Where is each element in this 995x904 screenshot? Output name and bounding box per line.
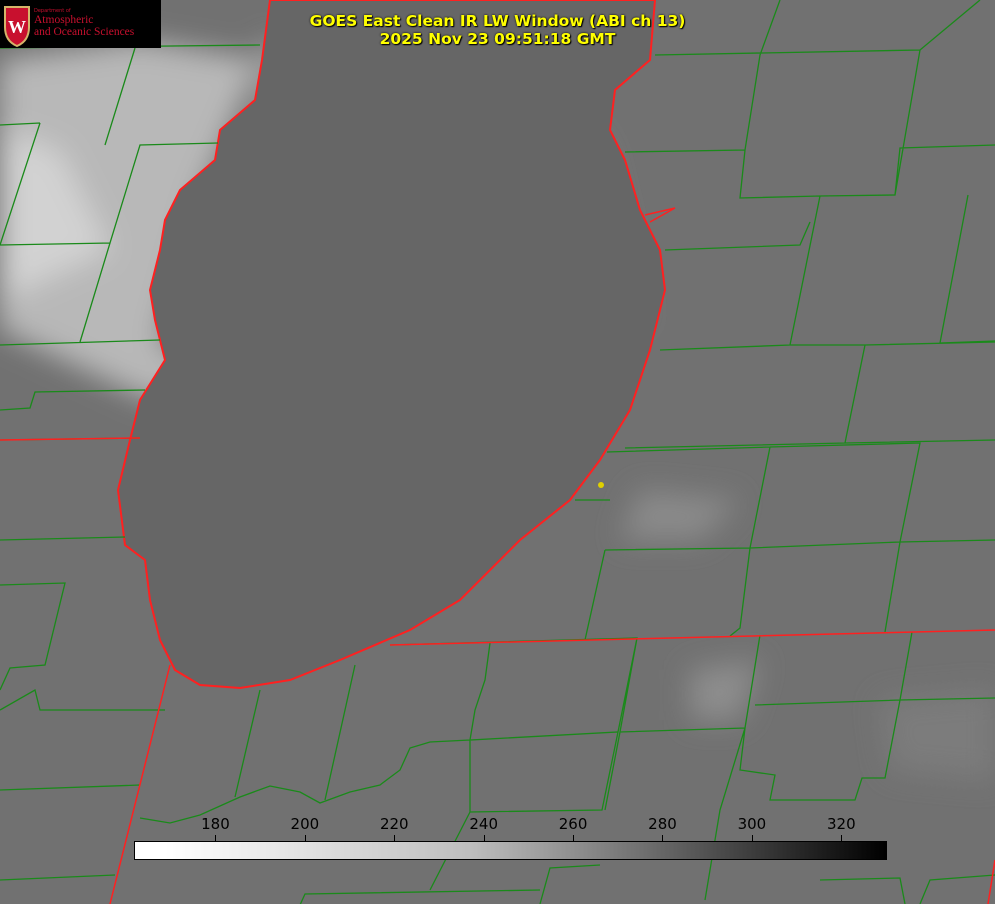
colorbar-tick-mark [215,835,217,841]
satellite-map [0,0,995,904]
aos-logo: W Department of Atmospheric and Oceanic … [0,0,161,48]
colorbar-tick-mark [841,835,843,841]
colorbar-tick-mark [483,835,485,841]
colorbar-tick-label: 240 [469,815,498,833]
satellite-image-viewer: W Department of Atmospheric and Oceanic … [0,0,995,904]
colorbar-tick-mark [304,835,306,841]
logo-line2: and Oceanic Sciences [34,26,135,38]
colorbar-tick-mark [662,835,664,841]
colorbar-tick-mark [751,835,753,841]
uw-crest-icon: W [4,6,30,47]
colorbar-tick-label: 300 [737,815,767,833]
location-marker [598,482,604,488]
colorbar-tick-label: 200 [290,815,320,833]
colorbar-tick-label: 180 [201,815,230,833]
colorbar-tick-label: 220 [379,815,409,833]
title-timestamp: 2025 Nov 23 09:51:18 GMT [379,30,616,48]
title-product: GOES East Clean IR LW Window (ABI ch 13) [309,12,686,30]
colorbar [134,841,887,860]
image-title: GOES East Clean IR LW Window (ABI ch 13)… [240,12,755,48]
colorbar-tick-mark [573,835,575,841]
colorbar-tick-label: 280 [648,815,677,833]
state-boundary-michigan-tip [644,207,676,223]
svg-text:W: W [8,17,26,37]
logo-line1: Atmospheric [34,14,94,26]
colorbar-tick-mark [394,835,396,841]
colorbar-tick-label: 320 [826,815,856,833]
colorbar-tick-label: 260 [558,815,588,833]
